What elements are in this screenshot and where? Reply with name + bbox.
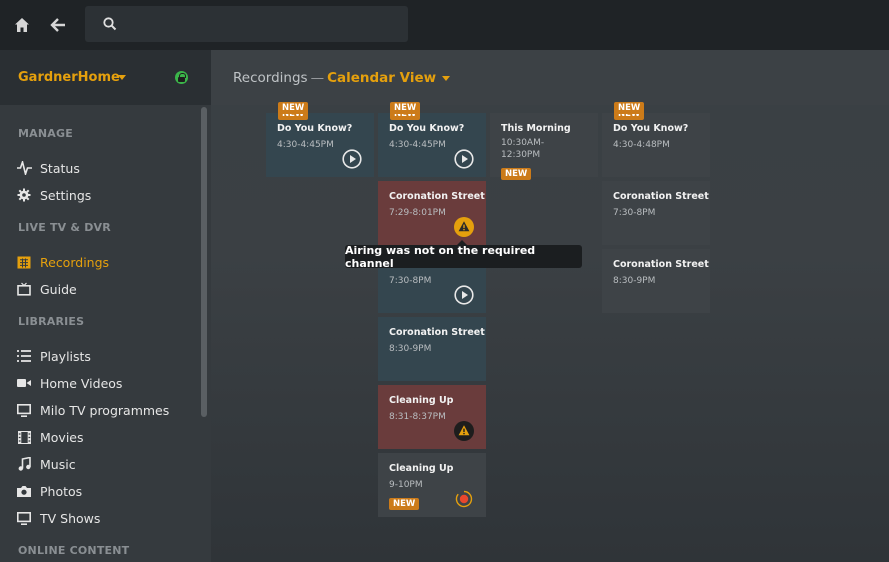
warning-icon[interactable] xyxy=(454,421,474,441)
play-icon[interactable] xyxy=(454,285,474,305)
monitor-icon xyxy=(16,510,32,526)
sidebar-item-label: TV Shows xyxy=(40,510,101,526)
recording-card[interactable]: Cleaning Up 8:31-8:37PM xyxy=(378,385,486,449)
sidebar-item-milo-tv[interactable]: Milo TV programmes xyxy=(16,400,169,420)
music-note-icon xyxy=(16,456,32,472)
recording-time-start: 10:30AM- xyxy=(501,138,545,148)
breadcrumb: Recordings—Calendar View xyxy=(233,70,451,86)
recording-time: 8:30-9PM xyxy=(389,344,432,354)
sidebar-item-guide[interactable]: Guide xyxy=(16,279,77,299)
home-icon[interactable] xyxy=(10,13,34,37)
chevron-down-icon xyxy=(442,75,451,81)
new-badge: NEW xyxy=(390,102,421,114)
sidebar-item-label: Milo TV programmes xyxy=(40,402,170,418)
recording-card[interactable]: Coronation Street 8:30-9PM xyxy=(602,249,710,313)
sidebar-item-photos[interactable]: Photos xyxy=(16,481,82,501)
view-selector[interactable]: Calendar View xyxy=(327,70,436,86)
sidebar-item-label: Home Videos xyxy=(40,375,123,391)
recording-title: Coronation Street xyxy=(389,327,485,338)
recording-title: Do You Know? xyxy=(389,123,465,134)
sidebar-item-tv-shows[interactable]: TV Shows xyxy=(16,508,100,528)
sidebar-item-movies[interactable]: Movies xyxy=(16,427,84,447)
recording-time-end: 12:30PM xyxy=(501,150,541,160)
recording-card[interactable]: Coronation Street 8:30-9PM xyxy=(378,317,486,381)
calendar-icon xyxy=(16,254,32,270)
monitor-icon xyxy=(16,402,32,418)
recording-icon[interactable] xyxy=(454,489,474,509)
camera-icon xyxy=(16,483,32,499)
server-selector[interactable]: GardnerHome xyxy=(0,50,211,105)
section-heading-libraries: LIBRARIES xyxy=(18,315,85,328)
recording-time: 10:30AM- 12:30PM xyxy=(501,137,587,161)
sidebar-item-label: Status xyxy=(40,160,80,176)
recording-title: This Morning xyxy=(501,123,571,134)
recording-card[interactable]: NEW Do You Know? 4:30-4:48PM xyxy=(602,108,710,177)
search-input[interactable] xyxy=(85,6,408,42)
film-icon xyxy=(16,429,32,445)
recording-card[interactable]: This Morning 10:30AM- 12:30PM NEW xyxy=(490,113,598,180)
breadcrumb-separator: — xyxy=(310,70,325,86)
sidebar-item-home-videos[interactable]: Home Videos xyxy=(16,373,122,393)
server-name[interactable]: GardnerHome xyxy=(18,70,120,85)
chevron-down-icon xyxy=(118,75,126,80)
recording-title: Cleaning Up xyxy=(389,395,454,406)
tv-icon xyxy=(16,281,32,297)
recording-title: Do You Know? xyxy=(613,123,689,134)
activity-icon xyxy=(16,160,32,176)
sidebar-item-music[interactable]: Music xyxy=(16,454,76,474)
recording-title: Coronation Street xyxy=(613,259,709,270)
list-icon xyxy=(16,348,32,364)
breadcrumb-section[interactable]: Recordings xyxy=(233,70,308,86)
gear-icon xyxy=(16,187,32,203)
section-heading-manage: MANAGE xyxy=(18,127,73,140)
sidebar-item-label: Guide xyxy=(40,281,77,297)
new-badge: NEW xyxy=(614,102,645,114)
recording-title: Do You Know? xyxy=(277,123,353,134)
new-badge: NEW xyxy=(389,498,420,510)
recording-time: 4:30-4:48PM xyxy=(613,140,670,150)
recording-card[interactable]: NEW Do You Know? 4:30-4:45PM xyxy=(266,108,374,177)
recording-card[interactable]: Coronation Street 7:30-8PM xyxy=(602,181,710,245)
sidebar-item-label: Movies xyxy=(40,429,84,445)
sidebar-item-status[interactable]: Status xyxy=(16,158,80,178)
video-camera-icon xyxy=(16,375,32,391)
recording-card[interactable]: Cleaning Up 9-10PM NEW xyxy=(378,453,486,517)
recording-title: Cleaning Up xyxy=(389,463,454,474)
recording-card[interactable]: NEW Do You Know? 4:30-4:45PM xyxy=(378,108,486,177)
sidebar-item-label: Playlists xyxy=(40,348,91,364)
section-heading-live-tv: LIVE TV & DVR xyxy=(18,221,111,234)
sidebar-scrollbar[interactable] xyxy=(201,107,207,417)
recording-time: 7:30-8PM xyxy=(613,208,656,218)
recording-time: 8:30-9PM xyxy=(613,276,656,286)
sidebar-item-label: Photos xyxy=(40,483,83,499)
sidebar-item-playlists[interactable]: Playlists xyxy=(16,346,91,366)
sidebar-item-settings[interactable]: Settings xyxy=(16,185,91,205)
sidebar-item-label: Music xyxy=(40,456,76,472)
warning-icon[interactable] xyxy=(454,217,474,237)
section-heading-online-content: ONLINE CONTENT xyxy=(18,544,130,557)
sidebar-item-label: Recordings xyxy=(40,254,110,270)
recording-title: Coronation Street xyxy=(389,191,485,202)
new-badge: NEW xyxy=(278,102,309,114)
play-icon[interactable] xyxy=(342,149,362,169)
sidebar-item-recordings[interactable]: Recordings xyxy=(16,252,109,272)
new-badge: NEW xyxy=(501,168,532,180)
header-band: Recordings — Calendar View xyxy=(211,50,889,105)
sidebar: GardnerHome MANAGE Status Settings LIVE … xyxy=(0,50,211,562)
back-arrow-icon[interactable] xyxy=(46,13,70,37)
recording-title: Coronation Street xyxy=(613,191,709,202)
top-bar xyxy=(0,0,889,50)
recording-card[interactable]: Coronation Street 7:29-8:01PM xyxy=(378,181,486,245)
sidebar-item-label: Settings xyxy=(40,187,92,203)
search-icon xyxy=(103,16,117,35)
lock-icon xyxy=(175,71,188,84)
play-icon[interactable] xyxy=(454,149,474,169)
warning-tooltip: Airing was not on the required channel xyxy=(345,240,582,270)
